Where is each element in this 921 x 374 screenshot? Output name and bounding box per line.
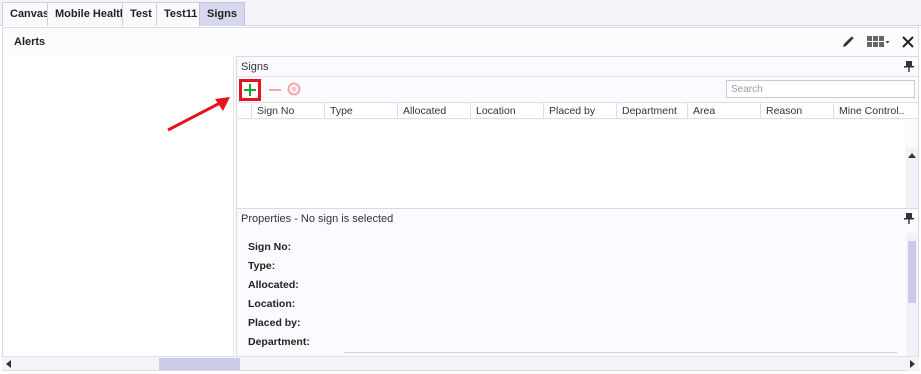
minus-icon bbox=[269, 89, 281, 91]
properties-scrollbar[interactable] bbox=[906, 233, 918, 371]
circle-icon bbox=[287, 82, 301, 96]
column-reason[interactable]: Reason bbox=[760, 103, 833, 119]
signs-panel: Signs Sign No Type Allocated Location Pl… bbox=[236, 56, 919, 233]
signs-divider bbox=[237, 76, 918, 77]
column-department[interactable]: Department bbox=[616, 103, 687, 119]
scroll-up-arrow-icon[interactable] bbox=[908, 153, 916, 158]
signs-grid-header: Sign No Type Allocated Location Placed b… bbox=[238, 102, 918, 119]
properties-title: Properties - No sign is selected bbox=[241, 213, 394, 225]
pin-icon[interactable] bbox=[904, 60, 914, 72]
properties-panel: Properties - No sign is selected Sign No… bbox=[236, 208, 919, 371]
grid-layout-icon[interactable] bbox=[865, 32, 891, 52]
search-input[interactable] bbox=[726, 80, 915, 98]
tab-signs[interactable]: Signs bbox=[199, 2, 245, 26]
properties-scroll-thumb[interactable] bbox=[908, 241, 916, 303]
tab-bar: Canvas Mobile Health Test Test11 Signs bbox=[0, 0, 921, 26]
pencil-icon[interactable] bbox=[838, 32, 858, 52]
tab-test[interactable]: Test bbox=[122, 2, 160, 26]
remove-sign-button[interactable] bbox=[268, 82, 282, 98]
add-sign-button[interactable] bbox=[239, 79, 261, 101]
property-type-label: Type: bbox=[248, 260, 276, 272]
pin-icon[interactable] bbox=[904, 212, 914, 224]
plus-icon bbox=[244, 84, 256, 96]
column-allocated[interactable]: Allocated bbox=[397, 103, 470, 119]
clear-button[interactable] bbox=[286, 81, 302, 97]
property-placed-by-label: Placed by: bbox=[248, 317, 301, 329]
close-icon[interactable] bbox=[898, 32, 918, 52]
scroll-left-arrow-icon[interactable] bbox=[6, 360, 11, 368]
column-placed-by[interactable]: Placed by bbox=[543, 103, 616, 119]
column-mine-control[interactable]: Mine Control... bbox=[833, 103, 905, 119]
horizontal-scroll-thumb[interactable] bbox=[159, 358, 240, 370]
column-location[interactable]: Location bbox=[470, 103, 543, 119]
column-type[interactable]: Type bbox=[324, 103, 397, 119]
scroll-right-arrow-icon[interactable] bbox=[910, 360, 915, 368]
horizontal-scrollbar[interactable] bbox=[2, 356, 919, 370]
alerts-panel: Alerts Signs Sign No bbox=[2, 27, 919, 371]
property-allocated-label: Allocated: bbox=[248, 279, 299, 291]
annotation-arrow-icon bbox=[167, 97, 230, 132]
signs-panel-title: Signs bbox=[241, 61, 269, 73]
alerts-title: Alerts bbox=[14, 36, 46, 48]
column-area[interactable]: Area bbox=[687, 103, 760, 119]
property-location-label: Location: bbox=[248, 298, 296, 310]
column-sign-no[interactable]: Sign No bbox=[251, 103, 324, 119]
property-sign-no-label: Sign No: bbox=[248, 241, 292, 253]
property-department-label: Department: bbox=[248, 336, 310, 348]
